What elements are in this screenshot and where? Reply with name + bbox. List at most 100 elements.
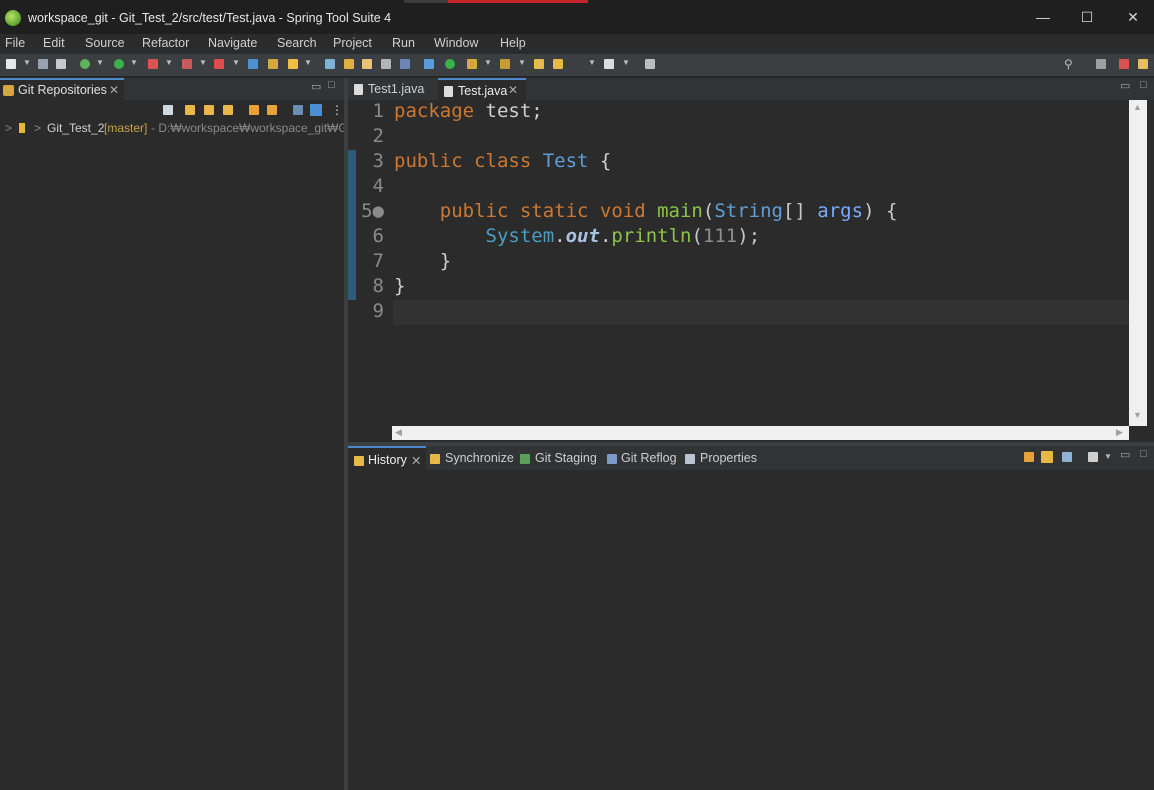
open-folder-icon[interactable] xyxy=(268,59,278,69)
spring-boot-icon[interactable] xyxy=(248,59,258,69)
expand-icon[interactable]: > xyxy=(5,121,12,135)
open-perspective-icon[interactable] xyxy=(1096,59,1106,69)
code-line[interactable]: 5● public static void main(String[] args… xyxy=(348,200,1130,225)
git-icon[interactable] xyxy=(467,59,477,69)
link-with-selection-icon[interactable] xyxy=(267,105,277,115)
next-annotation-icon[interactable] xyxy=(500,59,510,69)
new-icon[interactable] xyxy=(6,59,16,69)
minimize-view-icon[interactable]: ▭ xyxy=(1120,79,1130,92)
close-button[interactable]: ✕ xyxy=(1110,4,1154,30)
marker-icon[interactable] xyxy=(344,59,354,69)
dropdown-arrow-icon[interactable]: ▼ xyxy=(304,58,312,67)
maximize-button[interactable]: ☐ xyxy=(1064,4,1110,30)
code-line[interactable]: 7 } xyxy=(348,250,1130,275)
maximize-view-icon[interactable]: □ xyxy=(1140,448,1147,460)
scroll-down-icon[interactable]: ▼ xyxy=(1133,410,1142,420)
minimize-view-icon[interactable]: ▭ xyxy=(311,80,321,93)
filter-icon[interactable] xyxy=(310,104,322,116)
repository-row[interactable]: > > Git_Test_2 [master] - D:₩workspace₩w… xyxy=(0,121,350,137)
tab-git-reflog[interactable]: Git Reflog xyxy=(605,446,681,470)
stop-icon[interactable] xyxy=(182,59,192,69)
last-edit-icon[interactable] xyxy=(534,59,544,69)
scroll-up-icon[interactable]: ▲ xyxy=(1133,102,1142,112)
tab-git-staging[interactable]: Git Staging xyxy=(518,446,602,470)
java-perspective-icon[interactable] xyxy=(1119,59,1129,69)
code-line[interactable]: 6 System.out.println(111); xyxy=(348,225,1130,250)
menu-help[interactable]: Help xyxy=(500,36,526,50)
code-editor[interactable]: 1 package test; 2 3 public class Test {4 5● p… xyxy=(348,100,1130,426)
pin-view-icon[interactable] xyxy=(1088,452,1098,462)
toggle-block-icon[interactable] xyxy=(424,59,434,69)
relaunch-icon[interactable] xyxy=(214,59,224,69)
close-icon[interactable]: ✕ xyxy=(109,83,119,97)
git-perspective-icon[interactable] xyxy=(1138,59,1148,69)
dropdown-arrow-icon[interactable]: ▼ xyxy=(588,58,596,67)
create-repository-icon[interactable] xyxy=(223,105,233,115)
dropdown-arrow-icon[interactable]: ▼ xyxy=(232,58,240,67)
maximize-view-icon[interactable]: □ xyxy=(1140,79,1147,91)
scroll-left-icon[interactable]: ◀ xyxy=(395,427,402,438)
menu-refactor[interactable]: Refactor xyxy=(142,36,189,50)
menu-search[interactable]: Search xyxy=(277,36,317,50)
search-file-icon[interactable] xyxy=(325,59,335,69)
dropdown-arrow-icon[interactable]: ▼ xyxy=(165,58,173,67)
dropdown-arrow-icon[interactable]: ▼ xyxy=(1104,452,1112,461)
horizontal-scrollbar[interactable]: ◀ ▶ xyxy=(392,426,1129,440)
code-line[interactable]: 4 xyxy=(348,175,1130,200)
tab-synchronize[interactable]: Synchronize xyxy=(428,446,516,470)
tab-history[interactable]: History ✕ xyxy=(348,446,426,470)
menu-window[interactable]: Window xyxy=(434,36,478,50)
show-whitespace-icon[interactable] xyxy=(400,59,410,69)
tab-properties[interactable]: Properties xyxy=(684,446,764,470)
background-window-edge-red xyxy=(448,0,588,3)
code-line[interactable]: 1 package test; xyxy=(348,100,1130,125)
forward-icon[interactable] xyxy=(604,59,614,69)
run-icon[interactable] xyxy=(114,59,124,69)
close-icon[interactable]: ✕ xyxy=(411,453,421,468)
menu-run[interactable]: Run xyxy=(392,36,415,50)
scroll-right-icon[interactable]: ▶ xyxy=(1116,427,1123,438)
debug-icon[interactable] xyxy=(80,59,90,69)
open-task-icon[interactable] xyxy=(362,59,372,69)
code-line[interactable]: 9 xyxy=(348,300,1130,325)
close-icon[interactable]: ✕ xyxy=(508,83,518,97)
menu-navigate[interactable]: Navigate xyxy=(208,36,257,50)
save-icon[interactable] xyxy=(38,59,48,69)
menu-source[interactable]: Source xyxy=(85,36,125,50)
minimize-button[interactable]: — xyxy=(1020,4,1066,30)
dropdown-arrow-icon[interactable]: ▼ xyxy=(518,58,526,67)
search-icon[interactable]: ⚲ xyxy=(1064,57,1073,71)
coverage-icon[interactable] xyxy=(445,59,455,69)
external-tools-icon[interactable] xyxy=(148,59,158,69)
code-line[interactable]: 3 public class Test { xyxy=(348,150,1130,175)
menu-project[interactable]: Project xyxy=(333,36,372,50)
refresh-icon[interactable] xyxy=(249,105,259,115)
hierarchical-layout-icon[interactable] xyxy=(293,105,303,115)
tab-test-java[interactable]: Test.java ✕ xyxy=(438,78,526,100)
dropdown-arrow-icon[interactable]: ▼ xyxy=(23,58,31,67)
compare-mode-icon[interactable] xyxy=(1062,452,1072,462)
back-icon[interactable] xyxy=(553,59,563,69)
view-menu-icon[interactable]: ⋮ xyxy=(331,103,343,117)
maximize-view-icon[interactable]: □ xyxy=(328,79,335,91)
collapse-all-icon[interactable] xyxy=(163,105,173,115)
dropdown-arrow-icon[interactable]: ▼ xyxy=(96,58,104,67)
pen-icon[interactable] xyxy=(288,59,298,69)
pin-editor-icon[interactable] xyxy=(645,59,655,69)
save-all-icon[interactable] xyxy=(56,59,66,69)
vertical-scrollbar[interactable]: ▲ ▼ xyxy=(1129,100,1147,426)
dropdown-arrow-icon[interactable]: ▼ xyxy=(130,58,138,67)
show-all-branches-icon[interactable] xyxy=(1041,451,1053,463)
annotation-icon[interactable] xyxy=(381,59,391,69)
minimize-view-icon[interactable]: ▭ xyxy=(1120,448,1130,461)
add-repository-icon[interactable] xyxy=(185,105,195,115)
clone-repository-icon[interactable] xyxy=(204,105,214,115)
menu-edit[interactable]: Edit xyxy=(43,36,65,50)
code-line[interactable]: 2 xyxy=(348,125,1130,150)
tab-test1-java[interactable]: Test1.java xyxy=(348,78,436,100)
dropdown-arrow-icon[interactable]: ▼ xyxy=(484,58,492,67)
link-with-editor-icon[interactable] xyxy=(1024,452,1034,462)
tab-git-repositories[interactable]: Git Repositories ✕ xyxy=(0,78,124,100)
code-line[interactable]: 8} xyxy=(348,275,1130,300)
menu-file[interactable]: File xyxy=(5,36,25,50)
